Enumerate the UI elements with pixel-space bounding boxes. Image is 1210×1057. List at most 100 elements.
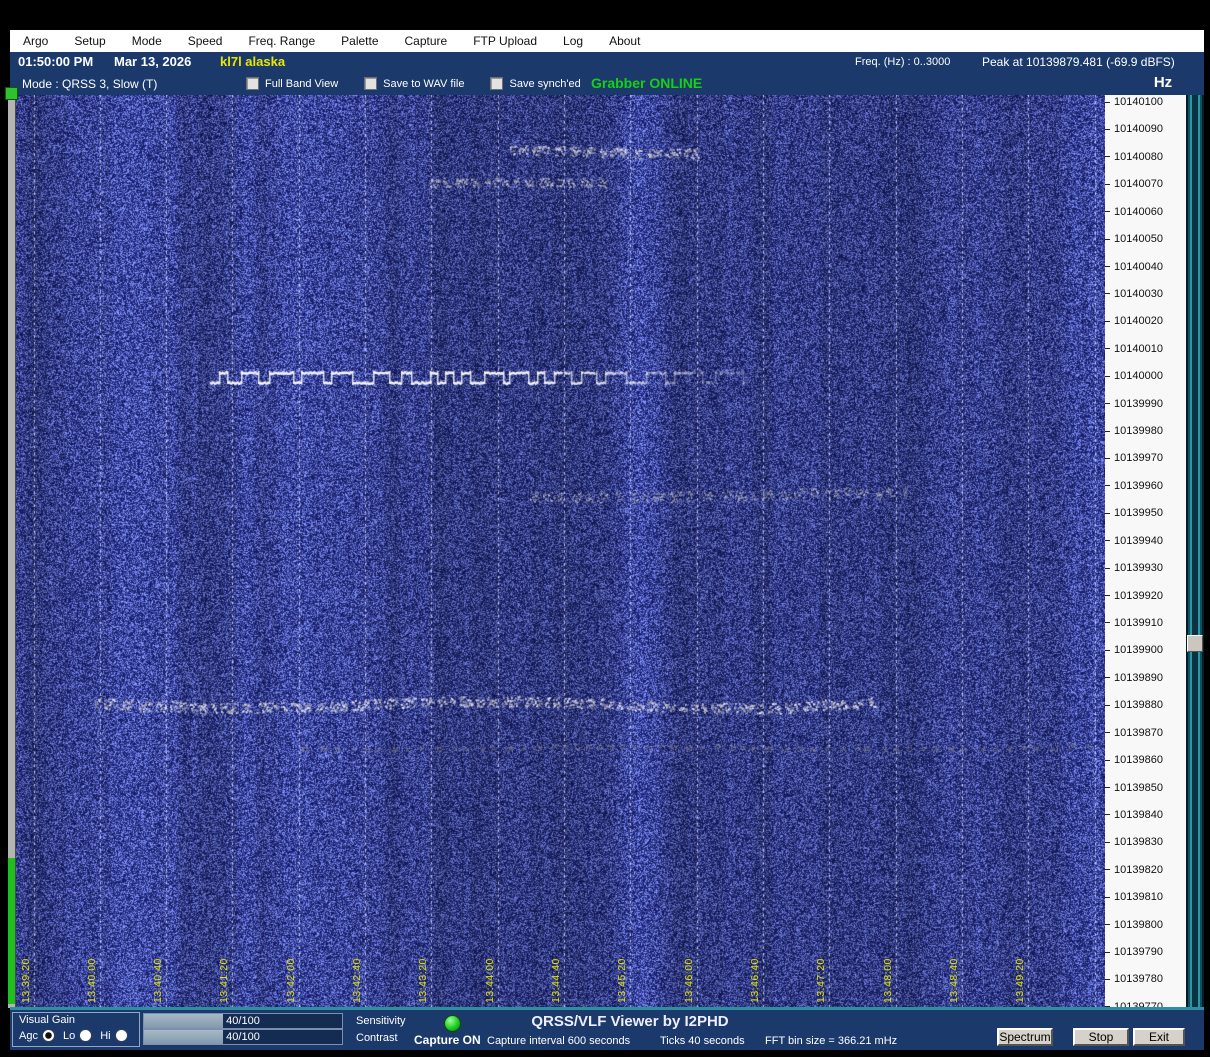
freq-tick	[1105, 924, 1110, 925]
spectrum-button[interactable]: Spectrum	[997, 1028, 1053, 1046]
sensitivity-slider[interactable]: 40/100	[143, 1013, 343, 1029]
checkbox-label: Full Band View	[265, 78, 338, 90]
freq-range-readout: Freq. (Hz) : 0..3000	[855, 56, 950, 68]
freq-tick	[1105, 156, 1110, 157]
checkbox-box-icon[interactable]	[246, 77, 259, 90]
callsign-label: kl7l alaska	[220, 54, 285, 69]
checkbox-box-icon[interactable]	[364, 77, 377, 90]
freq-tick	[1105, 732, 1110, 733]
freq-scale-row: 10139880	[1105, 699, 1163, 711]
freq-label: 10139860	[1114, 754, 1163, 766]
menu-item-ftp-upload[interactable]: FTP Upload	[460, 34, 550, 48]
freq-scale-row: 10140010	[1105, 343, 1163, 355]
freq-tick	[1105, 239, 1110, 240]
freq-label: 10139960	[1114, 480, 1163, 492]
sensitivity-label: Sensitivity	[356, 1015, 406, 1027]
radio-agc[interactable]: Agc	[19, 1029, 55, 1042]
modebar-checkboxes: Full Band View Save to WAV file Save synch…	[246, 77, 607, 90]
freq-scale-row: 10140050	[1105, 233, 1163, 245]
checkbox-full-band-view[interactable]: Full Band View	[246, 77, 338, 90]
grabber-status: Grabber ONLINE	[591, 75, 702, 91]
menu-bar: Argo Setup Mode Speed Freq. Range Palette Capt…	[10, 30, 1204, 52]
freq-label: 10139850	[1114, 782, 1163, 794]
freq-tick	[1105, 979, 1110, 980]
menu-item-palette[interactable]: Palette	[328, 34, 391, 48]
freq-tick	[1105, 869, 1110, 870]
contrast-slider-fill	[144, 1030, 223, 1044]
checkbox-label: Save synch'ed	[509, 78, 580, 90]
sensitivity-slider-value: 40/100	[226, 1015, 260, 1027]
waterfall-display: 13:39:20 13:40:00 13:40:40 13:41:20 13:42:00…	[10, 95, 1105, 1010]
freq-label: 10139920	[1114, 590, 1163, 602]
freq-scale-row: 10139930	[1105, 562, 1163, 574]
freq-scale-row: 10139920	[1105, 590, 1163, 602]
menu-item-about[interactable]: About	[596, 34, 653, 48]
menu-item-freq-range[interactable]: Freq. Range	[235, 34, 328, 48]
freq-scale-row: 10139940	[1105, 535, 1163, 547]
freq-scale-row: 10139850	[1105, 782, 1163, 794]
freq-label: 10140080	[1114, 151, 1163, 163]
capture-progress-marker	[5, 87, 18, 100]
freq-scale-row: 10139820	[1105, 864, 1163, 876]
fft-bin-size-label: FFT bin size = 366.21 mHz	[765, 1035, 897, 1047]
freq-tick	[1105, 403, 1110, 404]
freq-label: 10140000	[1114, 370, 1163, 382]
freq-tick	[1105, 952, 1110, 953]
menu-item-setup[interactable]: Setup	[61, 34, 118, 48]
freq-label: 10140090	[1114, 123, 1163, 135]
freq-scale-row: 10140090	[1105, 123, 1163, 135]
freq-scale-row: 10140060	[1105, 206, 1163, 218]
menu-item-speed[interactable]: Speed	[175, 34, 236, 48]
radio-circle-icon[interactable]	[115, 1029, 128, 1042]
freq-offset-handle[interactable]	[1187, 635, 1203, 652]
menu-item-mode[interactable]: Mode	[119, 34, 175, 48]
peak-readout: Peak at 10139879.481 (-69.9 dBFS)	[982, 55, 1175, 69]
freq-label: 10140070	[1114, 178, 1163, 190]
date-readout: Mar 13, 2026	[114, 54, 191, 69]
stop-button[interactable]: Stop	[1073, 1028, 1129, 1046]
app-title: QRSS/VLF Viewer by I2PHD	[500, 1013, 760, 1030]
freq-scale-row: 10140070	[1105, 178, 1163, 190]
freq-tick	[1105, 431, 1110, 432]
freq-label: 10139830	[1114, 836, 1163, 848]
contrast-slider-value: 40/100	[226, 1031, 260, 1043]
freq-scale-row: 10140080	[1105, 151, 1163, 163]
checkbox-label: Save to WAV file	[383, 78, 464, 90]
freq-tick	[1105, 485, 1110, 486]
freq-scale-row: 10139900	[1105, 644, 1163, 656]
freq-label: 10139910	[1114, 617, 1163, 629]
radio-circle-icon[interactable]	[79, 1029, 92, 1042]
freq-offset-scrollbar[interactable]	[1186, 95, 1204, 1010]
exit-button[interactable]: Exit	[1133, 1028, 1185, 1046]
capture-interval-label: Capture interval 600 seconds	[487, 1035, 630, 1047]
radio-hi[interactable]: Hi	[100, 1029, 127, 1042]
checkbox-box-icon[interactable]	[490, 77, 503, 90]
freq-tick	[1105, 376, 1110, 377]
freq-tick	[1105, 568, 1110, 569]
menu-item-capture[interactable]: Capture	[392, 34, 461, 48]
menu-item-log[interactable]: Log	[550, 34, 596, 48]
freq-tick	[1105, 102, 1110, 103]
freq-tick	[1105, 458, 1110, 459]
freq-tick	[1105, 513, 1110, 514]
freq-scale-row: 10139860	[1105, 754, 1163, 766]
contrast-slider[interactable]: 40/100	[143, 1029, 343, 1045]
sensitivity-slider-fill	[144, 1014, 223, 1028]
radio-label: Hi	[100, 1030, 110, 1042]
freq-label: 10139930	[1114, 562, 1163, 574]
freq-tick	[1105, 595, 1110, 596]
checkbox-save-to-wav-file[interactable]: Save to WAV file	[364, 77, 464, 90]
freq-tick	[1105, 677, 1110, 678]
radio-label: Agc	[19, 1030, 38, 1042]
visual-gain-group: Visual Gain Agc Lo Hi	[12, 1012, 140, 1047]
menu-item-argo[interactable]: Argo	[10, 34, 61, 48]
checkbox-save-synch-ed[interactable]: Save synch'ed	[490, 77, 580, 90]
freq-tick	[1105, 540, 1110, 541]
freq-tick	[1105, 705, 1110, 706]
freq-tick	[1105, 293, 1110, 294]
radio-lo[interactable]: Lo	[63, 1029, 92, 1042]
freq-label: 10139970	[1114, 452, 1163, 464]
freq-label: 10139890	[1114, 672, 1163, 684]
radio-circle-icon[interactable]	[42, 1029, 55, 1042]
clock-readout: 01:50:00 PM	[18, 54, 93, 69]
